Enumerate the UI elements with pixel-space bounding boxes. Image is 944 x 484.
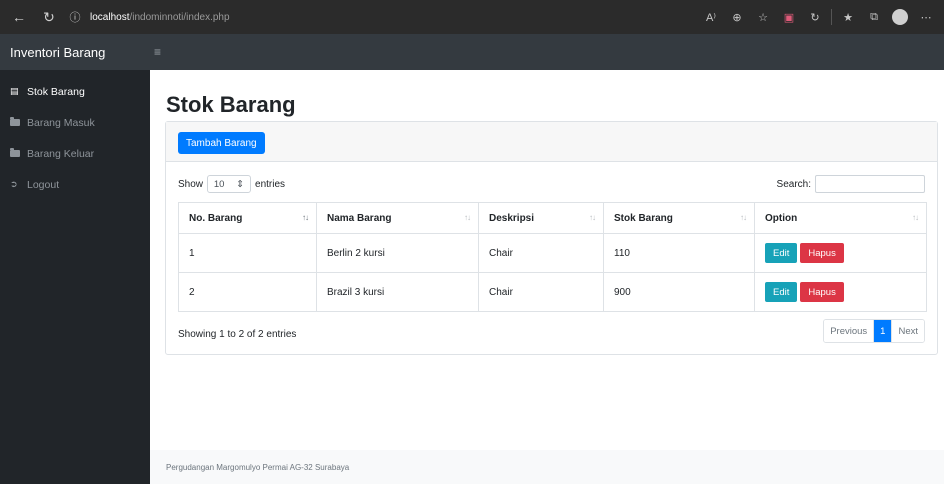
sort-icon: ↑↓ [912, 213, 919, 222]
avatar [892, 9, 908, 25]
column-header-option[interactable]: Option ↑↓ [754, 202, 927, 234]
pagination: Previous 1 Next [823, 319, 925, 343]
sort-asc-icon: ↑↓ [302, 213, 309, 222]
footer-text: Pergudangan Margomulyo Permai AG-32 Sura… [166, 462, 350, 472]
cell-stok-barang: 110 [603, 233, 755, 273]
cell-stok-barang: 900 [603, 272, 755, 312]
column-header-no-barang[interactable]: No. Barang ↑↓ [178, 202, 317, 234]
table-info: Showing 1 to 2 of 2 entries [178, 329, 297, 340]
refresh-icon[interactable]: ↻ [38, 6, 60, 28]
table-row: 2 Brazil 3 kursi Chair 900 Edit Hapus [178, 272, 927, 312]
search-control: Search: [777, 175, 925, 193]
sidebar-item-barang-masuk[interactable]: Barang Masuk [0, 107, 150, 138]
pagination-next[interactable]: Next [891, 320, 924, 342]
delete-button[interactable]: Hapus [800, 243, 844, 263]
profile-icon[interactable] [890, 7, 910, 27]
sidebar-item-barang-keluar[interactable]: Barang Keluar [0, 138, 150, 169]
sidebar-item-label: Barang Masuk [27, 116, 95, 129]
column-header-stok-barang[interactable]: Stok Barang ↑↓ [603, 202, 755, 234]
cell-deskripsi: Chair [478, 272, 604, 312]
address-bar[interactable]: ⓘ localhost/indominnoti/index.php [66, 5, 230, 29]
sidebar-item-label: Stok Barang [27, 85, 85, 98]
table-header-row: No. Barang ↑↓ Nama Barang ↑↓ Deskripsi ↑↓ S… [178, 202, 927, 234]
sort-icon: ↑↓ [589, 213, 596, 222]
stock-table: No. Barang ↑↓ Nama Barang ↑↓ Deskripsi ↑↓ S… [178, 202, 927, 312]
app-navbar: Inventori Barang ≡ [0, 34, 944, 70]
entries-length-control: Show 10 ⇕ entries [178, 175, 285, 193]
favorites-bar-icon[interactable]: ★ [838, 7, 858, 27]
browser-actions: A⁾ ⊕ ☆ ▣ ↻ ★ ⧉ ⋯ [701, 7, 944, 27]
delete-button[interactable]: Hapus [800, 282, 844, 302]
sort-icon: ↑↓ [740, 213, 747, 222]
entries-value: 10 [213, 178, 225, 190]
cell-option: Edit Hapus [754, 272, 927, 312]
page-title: Stok Barang [166, 92, 296, 117]
search-input[interactable] [815, 175, 925, 193]
pagination-page-1[interactable]: 1 [873, 320, 892, 342]
browser-toolbar: ← ↻ ⓘ localhost/indominnoti/index.php A⁾… [0, 0, 944, 34]
table-controls: Show 10 ⇕ entries Search: [166, 173, 937, 195]
url-path: /indominnoti/index.php [129, 11, 230, 23]
main-content: Stok Barang Tambah Barang Show 10 ⇕ entr… [150, 70, 944, 484]
card-header: Tambah Barang [166, 122, 937, 162]
cell-option: Edit Hapus [754, 233, 927, 273]
entries-label: entries [255, 178, 286, 190]
folder-icon [10, 117, 22, 126]
entries-select[interactable]: 10 ⇕ [207, 175, 252, 193]
cell-deskripsi: Chair [478, 233, 604, 273]
add-item-button[interactable]: Tambah Barang [178, 132, 265, 154]
edit-button[interactable]: Edit [765, 282, 798, 302]
toolbar-divider [831, 9, 832, 25]
hamburger-menu-icon[interactable]: ≡ [150, 45, 161, 59]
read-aloud-icon[interactable]: A⁾ [701, 7, 721, 27]
search-label: Search: [776, 178, 811, 190]
favorite-icon[interactable]: ☆ [753, 7, 773, 27]
pocket-icon[interactable]: ▣ [779, 7, 799, 27]
sidebar-item-label: Logout [27, 178, 60, 191]
table-icon: ▤ [10, 86, 19, 96]
show-label: Show [178, 178, 204, 190]
table-row: 1 Berlin 2 kursi Chair 110 Edit Hapus [178, 233, 927, 273]
footer: Pergudangan Margomulyo Permai AG-32 Sura… [150, 450, 944, 484]
url-host: localhost [90, 11, 130, 23]
collections-icon[interactable]: ⧉ [864, 7, 884, 27]
sidebar-item-logout[interactable]: ➲ Logout [0, 169, 150, 200]
info-icon[interactable]: ⓘ [66, 8, 84, 26]
cell-no-barang: 2 [178, 272, 317, 312]
select-arrows-icon: ⇕ [236, 178, 245, 190]
logout-icon: ➲ [10, 179, 18, 189]
back-arrow-icon[interactable]: ← [8, 6, 30, 28]
more-icon[interactable]: ⋯ [916, 7, 936, 27]
sidebar-item-stok-barang[interactable]: ▤ Stok Barang [0, 76, 150, 107]
brand-title[interactable]: Inventori Barang [0, 45, 150, 60]
pagination-previous[interactable]: Previous [824, 320, 874, 342]
cell-nama-barang: Berlin 2 kursi [316, 233, 479, 273]
zoom-icon[interactable]: ⊕ [727, 7, 747, 27]
column-header-deskripsi[interactable]: Deskripsi ↑↓ [478, 202, 604, 234]
sidebar-item-label: Barang Keluar [27, 147, 95, 160]
sort-icon: ↑↓ [464, 213, 471, 222]
edit-button[interactable]: Edit [765, 243, 798, 263]
folder-icon [10, 148, 22, 157]
stock-card: Tambah Barang Show 10 ⇕ entries Search: … [165, 121, 938, 355]
column-header-nama-barang[interactable]: Nama Barang ↑↓ [316, 202, 479, 234]
cell-nama-barang: Brazil 3 kursi [316, 272, 479, 312]
copilot-icon[interactable]: ↻ [805, 7, 825, 27]
cell-no-barang: 1 [178, 233, 317, 273]
sidebar: ▤ Stok Barang Barang Masuk Barang Keluar… [0, 70, 150, 484]
